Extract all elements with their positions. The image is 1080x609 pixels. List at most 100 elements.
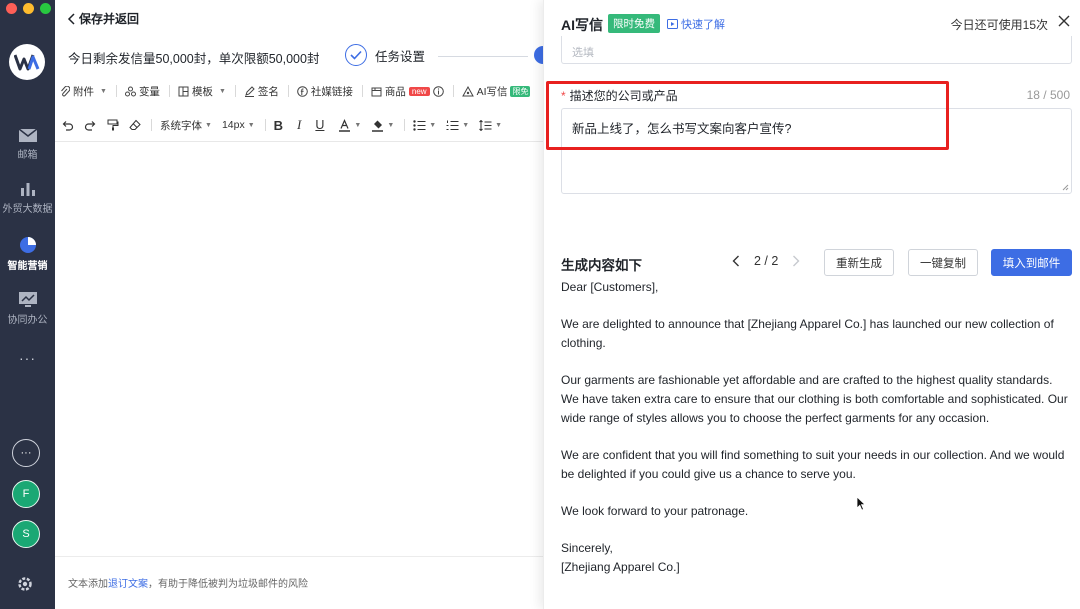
attach-label: 附件 xyxy=(73,85,94,98)
bold-icon[interactable]: B xyxy=(274,118,283,133)
quick-learn-link[interactable]: 快速了解 xyxy=(667,16,725,32)
toolbar-divider xyxy=(168,85,170,97)
content-paragraph: Our garments are fashionable yet afforda… xyxy=(561,373,1068,425)
quota-text: 今日剩余发信量50,000封，单次限额50,000封 xyxy=(68,52,320,66)
app-window: 邮箱 外贸大数据 智能营销 协同办公 ··· ··· F S 保存并返回 今日剩… xyxy=(0,0,1080,609)
redo-icon xyxy=(84,120,96,131)
regenerate-button[interactable]: 重新生成 xyxy=(824,249,894,276)
product-label: 商品 xyxy=(384,85,406,98)
chevron-down-icon: ▼ xyxy=(205,121,212,129)
pie-chart-icon xyxy=(19,237,36,253)
chevron-left-icon[interactable] xyxy=(732,255,740,267)
template-button[interactable]: 模板 ▼ xyxy=(178,84,226,99)
avatar-s[interactable]: S xyxy=(12,520,40,548)
rail-item-collab[interactable]: 协同办公 xyxy=(0,291,55,326)
close-window-button[interactable] xyxy=(6,3,17,14)
content-closing: Sincerely, xyxy=(561,541,613,555)
free-badge: 限免 xyxy=(510,85,531,97)
social-link-button[interactable]: 社媒链接 xyxy=(297,84,353,99)
optional-placeholder: 选填 xyxy=(572,47,594,59)
content-greeting: Dear [Customers], xyxy=(561,280,659,294)
rail-item-trade-data[interactable]: 外贸大数据 xyxy=(0,181,55,215)
variable-label: 变量 xyxy=(138,85,160,98)
info-icon[interactable] xyxy=(432,85,444,97)
chevron-left-icon xyxy=(67,12,75,25)
ai-write-button[interactable]: AI写信 限免 xyxy=(461,84,531,99)
rail-item-label: 外贸大数据 xyxy=(2,204,53,215)
font-size-select[interactable]: 14px ▼ xyxy=(222,119,255,131)
rail-item-label: 协同办公 xyxy=(7,315,48,326)
play-icon xyxy=(667,19,678,29)
facebook-icon xyxy=(297,85,308,97)
logo-icon xyxy=(14,54,40,71)
copy-button[interactable]: 一键复制 xyxy=(908,249,978,276)
minimize-window-button[interactable] xyxy=(23,3,34,14)
product-icon xyxy=(371,87,382,96)
chevron-down-icon: ▼ xyxy=(462,121,470,129)
avatar-letter: F xyxy=(22,488,30,500)
font-family-value: 系统字体 xyxy=(160,119,202,132)
toolbar-divider xyxy=(287,85,289,97)
chevron-down-icon: ▼ xyxy=(100,87,107,95)
page-indicator: 2 / 2 xyxy=(754,254,779,268)
toolbar-divider xyxy=(404,119,406,131)
highlight-icon xyxy=(372,120,384,132)
variable-button[interactable]: 变量 xyxy=(124,84,160,99)
ai-icon xyxy=(461,85,474,96)
optional-input[interactable]: 选填 xyxy=(561,36,1072,64)
mail-icon xyxy=(18,128,37,142)
numbered-list-icon xyxy=(446,120,459,130)
more-apps-button[interactable]: ··· xyxy=(12,439,40,467)
underline-icon[interactable]: U xyxy=(315,118,324,132)
unsubscribe-tip: 文本添加退订文案，有助于降低被判为垃圾邮件的风险 xyxy=(68,575,308,590)
numbered-list-button[interactable]: ▼ xyxy=(446,120,469,131)
toolbar-divider xyxy=(234,85,236,97)
rail-item-mail[interactable]: 邮箱 xyxy=(0,128,55,161)
highlight-color-button[interactable]: ▼ xyxy=(371,119,394,132)
toolbar-divider xyxy=(115,85,117,97)
template-icon xyxy=(178,86,189,96)
tip-prefix: 文本添加 xyxy=(68,579,108,590)
signature-button[interactable]: 签名 xyxy=(244,84,279,99)
left-rail: 邮箱 外贸大数据 智能营销 协同办公 ··· ··· F S xyxy=(0,0,55,609)
social-label: 社媒链接 xyxy=(310,85,353,98)
rail-more-icon[interactable]: ··· xyxy=(0,350,55,366)
more-icon: ··· xyxy=(20,447,32,459)
fill-into-email-button[interactable]: 填入到邮件 xyxy=(991,249,1072,276)
gear-icon xyxy=(18,577,32,591)
template-label: 模板 xyxy=(191,85,213,98)
zoom-window-button[interactable] xyxy=(40,3,51,14)
unsubscribe-link[interactable]: 退订文案 xyxy=(108,579,148,590)
font-family-select[interactable]: 系统字体 ▼ xyxy=(160,118,212,133)
format-painter-button[interactable] xyxy=(107,119,119,131)
chevron-down-icon: ▼ xyxy=(387,121,395,129)
close-panel-button[interactable] xyxy=(1058,14,1070,32)
pen-icon xyxy=(244,85,255,97)
rail-item-marketing[interactable]: 智能营销 xyxy=(0,236,55,272)
resize-handle-icon[interactable] xyxy=(1061,183,1069,191)
close-icon xyxy=(1058,15,1070,27)
chevron-right-icon[interactable] xyxy=(792,255,800,267)
redo-button[interactable] xyxy=(84,120,97,131)
undo-button[interactable] xyxy=(61,120,74,131)
attach-button[interactable]: 附件 ▼ xyxy=(60,84,107,99)
bullet-list-button[interactable]: ▼ xyxy=(413,119,436,131)
avatar-f[interactable]: F xyxy=(12,480,40,508)
mouse-pointer-icon xyxy=(856,496,866,511)
signature-label: 签名 xyxy=(257,85,279,98)
clear-format-button[interactable] xyxy=(129,119,141,131)
toolbar-divider xyxy=(452,85,454,97)
line-height-button[interactable]: ▼ xyxy=(479,119,502,131)
save-and-back-button[interactable]: 保存并返回 xyxy=(67,10,139,27)
product-button[interactable]: 商品 new xyxy=(371,84,444,99)
tip-suffix: ，有助于降低被判为垃圾邮件的风险 xyxy=(148,579,308,590)
bar-chart-icon xyxy=(20,183,35,196)
app-logo[interactable] xyxy=(9,44,45,80)
toolbar-divider xyxy=(264,119,266,131)
settings-button[interactable] xyxy=(16,575,34,598)
italic-icon[interactable]: I xyxy=(297,117,301,133)
result-pager: 2 / 2 xyxy=(732,254,800,268)
font-color-button[interactable]: ▼ xyxy=(338,118,361,132)
task-settings-step[interactable]: 任务设置 xyxy=(345,44,425,66)
toolbar-bottom-divider xyxy=(55,141,543,142)
